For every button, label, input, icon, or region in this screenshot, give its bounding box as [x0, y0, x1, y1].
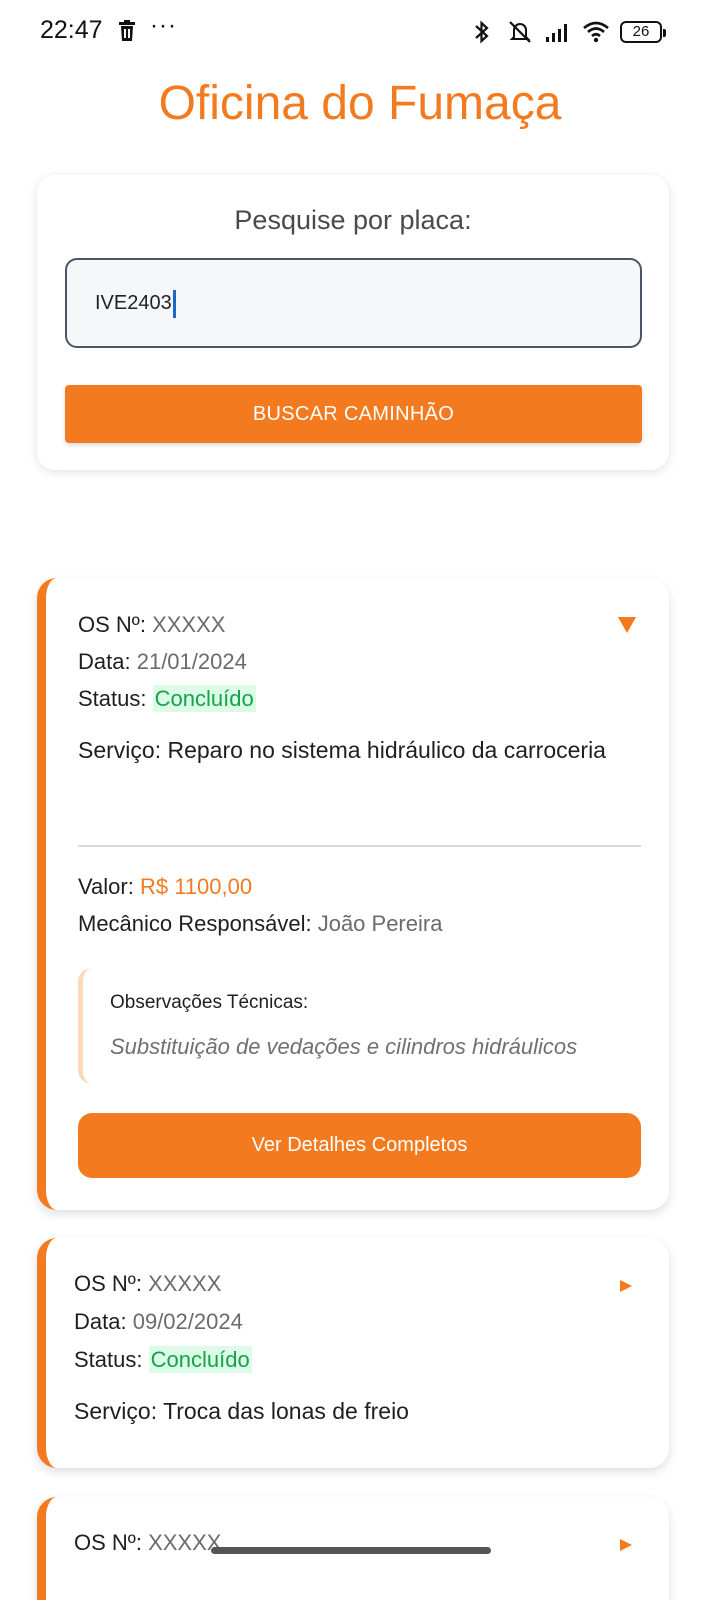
- view-full-details-button[interactable]: Ver Detalhes Completos: [78, 1113, 641, 1178]
- battery-icon: 26: [620, 21, 666, 43]
- os-number-value: XXXXX: [148, 1271, 222, 1296]
- status-row: Status: Concluído: [78, 685, 256, 712]
- value-label: Valor:: [78, 874, 134, 899]
- date-value: 09/02/2024: [132, 1309, 243, 1334]
- app-title: Oficina do Fumaça: [158, 77, 562, 130]
- technical-notes-title: Observações Técnicas:: [110, 992, 309, 1013]
- plate-search-value: IVE2403: [95, 292, 172, 314]
- status-time: 22:47: [40, 16, 103, 44]
- mechanic-row: Mecânico Responsável: João Pereira: [78, 911, 442, 937]
- date-row: Data: 09/02/2024: [74, 1309, 243, 1335]
- status-bar: 22:47 ··· 26: [0, 0, 720, 64]
- mute-icon: [509, 21, 531, 43]
- search-truck-button[interactable]: BUSCAR CAMINHÃO: [65, 385, 642, 443]
- os-number-label: OS Nº:: [78, 612, 146, 637]
- os-number-label: OS Nº:: [74, 1530, 142, 1555]
- divider: [78, 845, 641, 847]
- mechanic-label: Mecânico Responsável:: [78, 911, 312, 936]
- expand-arrow-icon[interactable]: [620, 1539, 632, 1551]
- date-label: Data:: [74, 1309, 127, 1334]
- date-value: 21/01/2024: [136, 649, 247, 674]
- status-badge: Concluído: [152, 685, 256, 712]
- plate-search-input[interactable]: IVE2403: [65, 258, 642, 348]
- trash-icon: [119, 20, 135, 41]
- service-description: Serviço: Reparo no sistema hidráulico da…: [78, 735, 638, 766]
- text-caret: [172, 289, 176, 318]
- service-order-card[interactable]: OS Nº: XXXXX Data: 09/02/2024 Status: Co…: [37, 1238, 669, 1468]
- status-row: Status: Concluído: [74, 1346, 252, 1373]
- value-amount: R$ 1100,00: [139, 874, 253, 899]
- more-notifications-icon: ···: [150, 12, 177, 39]
- status-label: Status:: [78, 686, 147, 711]
- service-value: Troca das lonas de freio: [163, 1398, 409, 1424]
- collapse-arrow-icon[interactable]: [618, 617, 636, 633]
- technical-notes-box: Observações Técnicas: Substituição de ve…: [78, 968, 641, 1084]
- service-label: Serviço:: [78, 737, 162, 763]
- status-label: Status:: [74, 1347, 143, 1372]
- os-number-label: OS Nº:: [74, 1271, 142, 1296]
- service-value: Reparo no sistema hidráulico da carrocer…: [167, 737, 606, 763]
- search-label: Pesquise por placa:: [234, 205, 472, 235]
- os-number-row: OS Nº: XXXXX: [74, 1530, 221, 1556]
- wifi-icon: [583, 21, 609, 43]
- mechanic-value: João Pereira: [317, 911, 443, 936]
- service-label: Serviço:: [74, 1398, 158, 1424]
- date-label: Data:: [78, 649, 131, 674]
- status-badge: Concluído: [148, 1346, 252, 1373]
- os-number-value: XXXXX: [152, 612, 226, 637]
- home-indicator[interactable]: [211, 1547, 491, 1554]
- bluetooth-icon: [475, 20, 489, 44]
- technical-notes-text: Substituição de vedações e cilindros hid…: [110, 1034, 578, 1059]
- signal-icon: [546, 24, 567, 42]
- os-number-row: OS Nº: XXXXX: [78, 612, 225, 638]
- expand-arrow-icon[interactable]: [620, 1280, 632, 1292]
- os-number-row: OS Nº: XXXXX: [74, 1271, 221, 1297]
- value-row: Valor: R$ 1100,00: [78, 874, 252, 900]
- service-row: Serviço: Troca das lonas de freio: [74, 1398, 409, 1425]
- search-card: Pesquise por placa: IVE2403 BUSCAR CAMIN…: [37, 175, 669, 470]
- service-order-card[interactable]: OS Nº: XXXXX Data: 21/01/2024 Status: Co…: [37, 578, 669, 1210]
- date-row: Data: 21/01/2024: [78, 649, 247, 675]
